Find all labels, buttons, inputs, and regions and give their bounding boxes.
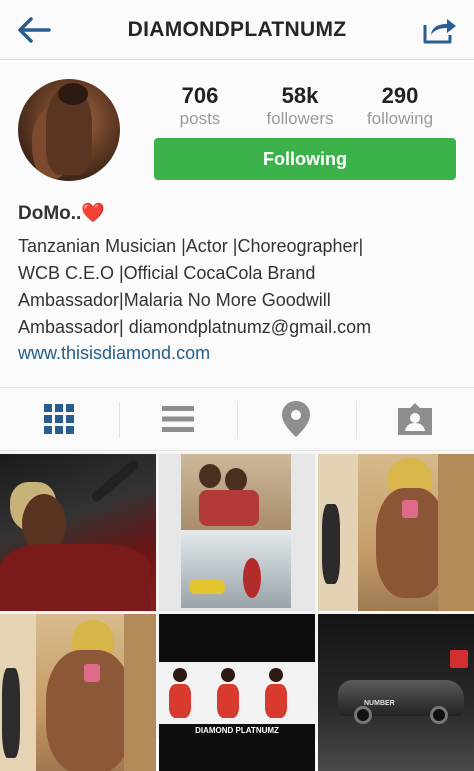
photo-thumbnail[interactable]: NUMBER [318, 614, 474, 771]
photo-caption: NUMBER [364, 700, 395, 707]
bio-line: WCB C.E.O |Official CocaCola Brand [18, 260, 463, 287]
stat-followers-label: followers [250, 109, 350, 129]
tab-tagged-photos[interactable] [356, 388, 474, 450]
stat-posts[interactable]: 706 posts [150, 83, 250, 129]
stat-following-label: following [350, 109, 450, 129]
heart-icon: ❤️ [81, 203, 105, 224]
bio-line: Tanzanian Musician |Actor |Choreographer… [18, 233, 463, 260]
following-button[interactable]: Following [154, 138, 456, 180]
photo-grid: DIAMOND PLATNUMZ NUMBER [0, 452, 474, 738]
photo-thumbnail[interactable] [159, 454, 315, 611]
photo-thumbnail[interactable]: DIAMOND PLATNUMZ [159, 614, 315, 771]
photo-thumbnail[interactable] [0, 454, 156, 611]
profile-display-name: DoMo..❤️ [18, 201, 105, 225]
stat-followers-value: 58k [250, 83, 350, 109]
photo-thumbnail[interactable] [318, 454, 474, 611]
profile-username-title: DIAMONDPLATNUMZ [128, 18, 347, 42]
tab-list-view[interactable] [119, 388, 238, 450]
profile-stats: 706 posts 58k followers 290 following [150, 83, 460, 129]
photo-caption: DIAMOND PLATNUMZ [163, 726, 311, 735]
bio-line: Ambassador| diamondplatnumz@gmail.com [18, 314, 463, 341]
back-button[interactable] [14, 12, 54, 48]
photo-thumbnail[interactable] [0, 614, 156, 771]
share-icon [422, 15, 458, 45]
stat-following[interactable]: 290 following [350, 83, 450, 129]
profile-bio: Tanzanian Musician |Actor |Choreographer… [18, 233, 463, 341]
stat-posts-label: posts [150, 109, 250, 129]
location-pin-icon [282, 401, 310, 437]
profile-section: 706 posts 58k followers 290 following Fo… [0, 61, 474, 387]
top-bar: DIAMONDPLATNUMZ [0, 0, 474, 60]
list-view-icon [162, 406, 194, 432]
display-name-text: DoMo.. [18, 203, 81, 224]
stat-posts-value: 706 [150, 83, 250, 109]
website-link[interactable]: www.thisisdiamond.com [18, 343, 210, 364]
share-button[interactable] [420, 12, 460, 48]
stat-followers[interactable]: 58k followers [250, 83, 350, 129]
avatar[interactable] [18, 79, 120, 181]
tab-location-view[interactable] [237, 388, 356, 450]
bio-line: Ambassador|Malaria No More Goodwill [18, 287, 463, 314]
grid-view-icon [44, 404, 74, 434]
stat-following-value: 290 [350, 83, 450, 109]
back-arrow-icon [17, 17, 51, 43]
profile-view-tabs [0, 387, 474, 451]
tab-grid-view[interactable] [0, 388, 119, 450]
tagged-photos-icon [398, 403, 432, 435]
